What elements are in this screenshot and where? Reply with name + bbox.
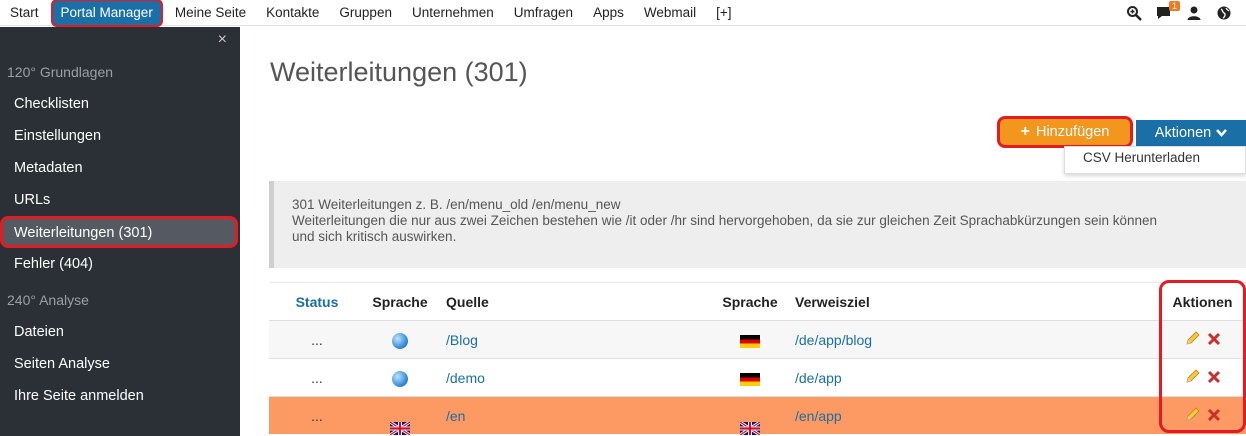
uk-flag-icon xyxy=(389,411,411,436)
nav-kontakte[interactable]: Kontakte xyxy=(256,0,329,26)
info-box: 301 Weiterleitungen z. B. /en/menu_old /… xyxy=(269,181,1246,268)
sidebar-item-seiten-analyse[interactable]: Seiten Analyse xyxy=(0,348,240,380)
nav-umfragen[interactable]: Umfragen xyxy=(504,0,583,26)
actions-button-label: Aktionen xyxy=(1154,125,1212,141)
row-status: ... xyxy=(311,332,323,348)
info-line: und sich kritisch auswirken. xyxy=(292,229,457,244)
uk-flag-icon xyxy=(739,411,761,436)
globe-icon xyxy=(392,333,408,350)
nav-apps[interactable]: Apps xyxy=(583,0,634,26)
sidebar-section-grundlagen: 120° Grundlagen xyxy=(7,64,114,80)
redirects-table: Status Sprache Quelle Sprache Verweiszie… xyxy=(269,282,1246,436)
sidebar-item-seite-anmelden[interactable]: Ihre Seite anmelden xyxy=(0,380,240,412)
sidebar-item-fehler[interactable]: Fehler (404) xyxy=(0,248,240,280)
info-line: Weiterleitungen die nur aus zwei Zeichen… xyxy=(292,213,1158,228)
header-aktionen: Aktionen xyxy=(1172,294,1233,310)
page-title: Weiterleitungen (301) xyxy=(270,57,528,87)
sidebar-item-metadaten[interactable]: Metadaten xyxy=(0,152,240,184)
sidebar-item-urls[interactable]: URLs xyxy=(0,184,240,216)
table-row-highlighted: ... /en /en/app xyxy=(269,396,1246,436)
row-source-link[interactable]: /Blog xyxy=(446,321,706,359)
add-button[interactable]: + Hinzufügen xyxy=(997,116,1133,148)
header-sprache-target: Sprache xyxy=(722,294,778,310)
table-header: Status Sprache Quelle Sprache Verweiszie… xyxy=(269,282,1246,320)
sidebar-item-checklisten[interactable]: Checklisten xyxy=(0,88,240,120)
csv-download-item[interactable]: CSV Herunterladen xyxy=(1064,146,1246,174)
chat-icon[interactable]: 1 xyxy=(1156,1,1180,21)
nav-unternehmen[interactable]: Unternehmen xyxy=(402,0,504,26)
header-verweisziel: Verweisziel xyxy=(795,294,870,310)
edit-pencil-icon[interactable] xyxy=(1185,360,1201,398)
header-quelle: Quelle xyxy=(446,294,489,310)
globe-icon[interactable] xyxy=(1216,5,1232,21)
info-line: 301 Weiterleitungen z. B. /en/menu_old /… xyxy=(292,197,621,212)
notification-badge: 1 xyxy=(1168,1,1180,11)
nav-add[interactable]: [+] xyxy=(706,0,741,26)
sidebar-item-einstellungen[interactable]: Einstellungen xyxy=(0,120,240,152)
row-status: ... xyxy=(311,370,323,386)
row-source-link[interactable]: /demo xyxy=(446,359,706,397)
nav-start[interactable]: Start xyxy=(0,0,49,26)
row-target-link[interactable]: /en/app xyxy=(795,397,1095,435)
sidebar-section-analyse: 240° Analyse xyxy=(7,292,89,308)
nav-webmail[interactable]: Webmail xyxy=(634,0,706,26)
row-status: ... xyxy=(311,408,323,424)
header-sprache: Sprache xyxy=(372,294,428,310)
german-flag-icon xyxy=(740,334,760,348)
user-icon[interactable] xyxy=(1186,5,1202,21)
main-content: Weiterleitungen (301) + Hinzufügen Aktio… xyxy=(240,27,1246,436)
header-status[interactable]: Status xyxy=(269,283,365,321)
sidebar: × 120° Grundlagen Checklisten Einstellun… xyxy=(0,27,240,436)
sidebar-item-dateien[interactable]: Dateien xyxy=(0,316,240,348)
globe-icon xyxy=(392,371,408,388)
close-icon[interactable]: × xyxy=(218,31,227,49)
table-row: ... /Blog /de/app/blog xyxy=(269,320,1246,358)
chevron-down-icon xyxy=(1216,125,1228,141)
nav-meine-seite[interactable]: Meine Seite xyxy=(165,0,256,26)
table-row: ... /demo /de/app xyxy=(269,358,1246,396)
top-right-icons: 1 xyxy=(1126,0,1232,26)
german-flag-icon xyxy=(740,372,760,386)
edit-pencil-icon[interactable] xyxy=(1185,322,1201,360)
add-button-label: Hinzufügen xyxy=(1035,124,1110,140)
search-icon[interactable] xyxy=(1126,5,1142,21)
row-source-link[interactable]: /en xyxy=(446,397,706,435)
row-target-link[interactable]: /de/app/blog xyxy=(795,321,1095,359)
delete-x-icon[interactable] xyxy=(1207,360,1221,398)
delete-x-icon[interactable] xyxy=(1207,398,1221,436)
nav-gruppen[interactable]: Gruppen xyxy=(329,0,402,26)
nav-portal-manager[interactable]: Portal Manager xyxy=(50,0,163,27)
edit-pencil-icon[interactable] xyxy=(1185,398,1201,436)
actions-button[interactable]: Aktionen xyxy=(1136,120,1246,146)
delete-x-icon[interactable] xyxy=(1207,322,1221,360)
top-navigation: Start Portal Manager Meine Seite Kontakt… xyxy=(0,0,1246,27)
row-target-link[interactable]: /de/app xyxy=(795,359,1095,397)
plus-icon: + xyxy=(1020,123,1030,140)
sidebar-item-weiterleitungen[interactable]: Weiterleitungen (301) xyxy=(0,216,238,248)
